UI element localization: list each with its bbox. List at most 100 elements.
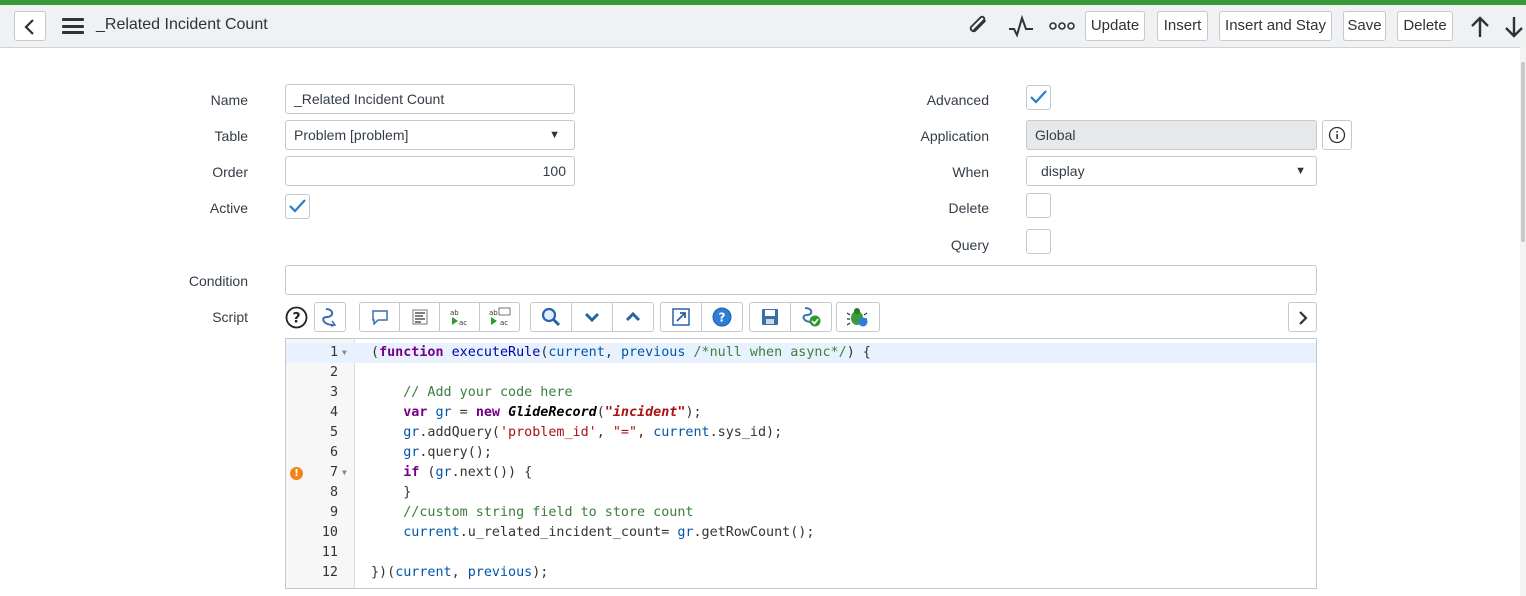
table-select[interactable]: Problem [problem] ▼ bbox=[285, 120, 575, 150]
order-label: Order bbox=[212, 164, 248, 180]
debug-icon bbox=[847, 308, 868, 327]
application-info-button[interactable] bbox=[1322, 120, 1352, 150]
svg-text:?: ? bbox=[719, 311, 726, 325]
replace-all-icon: ab ac bbox=[489, 307, 510, 327]
code-line[interactable]: 8 } bbox=[286, 483, 1316, 503]
toggle-comment-button[interactable] bbox=[399, 302, 440, 332]
info-icon bbox=[1328, 126, 1346, 144]
format-code-icon bbox=[322, 308, 337, 327]
svg-text:ab: ab bbox=[450, 309, 459, 317]
delete-checkbox[interactable] bbox=[1026, 193, 1051, 218]
more-icon[interactable] bbox=[1049, 19, 1075, 33]
order-field[interactable]: 100 bbox=[285, 156, 575, 186]
line-number: 5 bbox=[329, 425, 338, 440]
code-text: } bbox=[371, 485, 412, 500]
code-text: current.u_related_incident_count= gr.get… bbox=[403, 525, 815, 540]
code-line[interactable]: 11 bbox=[286, 543, 1316, 563]
when-select-value: display bbox=[1041, 163, 1085, 179]
line-number: 4 bbox=[329, 405, 338, 420]
checkmark-icon bbox=[289, 199, 306, 213]
code-text: //custom string field to store count bbox=[403, 505, 694, 520]
active-checkbox[interactable] bbox=[285, 194, 310, 219]
code-line[interactable]: 5 gr.addQuery('problem_id', "=", current… bbox=[286, 423, 1316, 443]
code-line[interactable]: 2 bbox=[286, 363, 1316, 383]
toggle-comment-icon bbox=[412, 309, 427, 325]
comment-button[interactable] bbox=[359, 302, 400, 332]
condition-label: Condition bbox=[188, 273, 248, 289]
chevron-right-icon bbox=[1299, 311, 1308, 325]
insert-button[interactable]: Insert bbox=[1157, 11, 1208, 41]
fold-arrow-icon[interactable]: ▼ bbox=[342, 343, 347, 363]
delete-button[interactable]: Delete bbox=[1397, 11, 1453, 41]
code-text: (function executeRule(current, previous … bbox=[371, 345, 871, 360]
arrow-up-icon[interactable] bbox=[1469, 15, 1491, 39]
save-button[interactable]: Save bbox=[1343, 11, 1386, 41]
code-line[interactable]: 10 current.u_related_incident_count= gr.… bbox=[286, 523, 1316, 543]
expand-button[interactable] bbox=[612, 302, 654, 332]
fold-arrow-icon[interactable]: ▼ bbox=[342, 463, 347, 483]
checkmark-icon bbox=[1030, 90, 1047, 104]
search-icon bbox=[541, 307, 561, 327]
expand-script-button[interactable] bbox=[1288, 302, 1317, 332]
line-number: 12 bbox=[321, 565, 338, 580]
application-label: Application bbox=[920, 128, 990, 144]
syntax-check-button[interactable] bbox=[790, 302, 832, 332]
scrollbar-thumb[interactable] bbox=[1521, 62, 1525, 242]
query-checkbox[interactable] bbox=[1026, 229, 1051, 254]
line-number: 6 bbox=[329, 445, 338, 460]
line-number: 7 bbox=[329, 465, 338, 480]
expand-icon bbox=[625, 311, 641, 322]
when-label: When bbox=[952, 164, 989, 180]
name-field[interactable]: _Related Incident Count bbox=[285, 84, 575, 114]
collapse-button[interactable] bbox=[571, 302, 613, 332]
svg-text:ac: ac bbox=[500, 319, 508, 327]
menu-icon[interactable] bbox=[62, 18, 84, 34]
comment-icon bbox=[371, 310, 388, 325]
script-editor[interactable]: 1 ▼ (function executeRule(current, previ… bbox=[285, 338, 1317, 589]
code-line[interactable]: 4 var gr = new GlideRecord("incident"); bbox=[286, 403, 1316, 423]
code-line[interactable]: 1 ▼ (function executeRule(current, previ… bbox=[286, 343, 1316, 363]
full-screen-button[interactable] bbox=[660, 302, 702, 332]
code-line[interactable]: 6 gr.query(); bbox=[286, 443, 1316, 463]
table-select-value: Problem [problem] bbox=[294, 127, 409, 143]
update-button[interactable]: Update bbox=[1085, 11, 1145, 41]
code-text: // Add your code here bbox=[403, 385, 573, 400]
line-number: 3 bbox=[329, 385, 338, 400]
save-script-button[interactable] bbox=[749, 302, 791, 332]
advanced-checkbox[interactable] bbox=[1026, 85, 1051, 110]
when-select[interactable]: display ▼ bbox=[1026, 156, 1317, 186]
full-screen-icon bbox=[672, 308, 690, 326]
activity-icon[interactable] bbox=[1008, 15, 1034, 39]
svg-text:ac: ac bbox=[459, 319, 467, 327]
query-label: Query bbox=[950, 237, 989, 253]
svg-text:ab: ab bbox=[489, 309, 498, 317]
advanced-label: Advanced bbox=[926, 92, 989, 108]
code-line[interactable]: 3 // Add your code here bbox=[286, 383, 1316, 403]
table-label: Table bbox=[214, 128, 248, 144]
code-line[interactable]: ! 7 ▼ if (gr.next()) { bbox=[286, 463, 1316, 483]
line-number: 8 bbox=[329, 485, 338, 500]
application-field: Global bbox=[1026, 120, 1317, 150]
back-button[interactable] bbox=[14, 11, 46, 41]
svg-text:?: ? bbox=[292, 311, 300, 327]
debug-button[interactable] bbox=[836, 302, 880, 332]
format-code-button[interactable] bbox=[314, 302, 346, 332]
code-line[interactable]: 9 //custom string field to store count bbox=[286, 503, 1316, 523]
arrow-down-icon[interactable] bbox=[1503, 15, 1525, 39]
insert-and-stay-button[interactable]: Insert and Stay bbox=[1219, 11, 1332, 41]
line-number: 1 bbox=[329, 345, 338, 360]
paperclip-icon[interactable] bbox=[966, 15, 992, 39]
help-icon[interactable]: ? bbox=[285, 306, 308, 329]
line-number: 9 bbox=[329, 505, 338, 520]
save-icon bbox=[762, 309, 778, 325]
search-button[interactable] bbox=[530, 302, 572, 332]
code-text: var gr = new GlideRecord("incident"); bbox=[403, 405, 702, 420]
replace-icon: ab ac bbox=[450, 309, 467, 327]
code-text: gr.addQuery('problem_id', "=", current.s… bbox=[403, 425, 783, 440]
script-help-button[interactable]: ? bbox=[701, 302, 743, 332]
replace-all-button[interactable]: ab ac bbox=[479, 302, 520, 332]
line-number: 2 bbox=[329, 365, 338, 380]
condition-field[interactable] bbox=[285, 265, 1317, 295]
replace-button[interactable]: ab ac bbox=[439, 302, 480, 332]
code-line[interactable]: 12 })(current, previous); bbox=[286, 563, 1316, 583]
